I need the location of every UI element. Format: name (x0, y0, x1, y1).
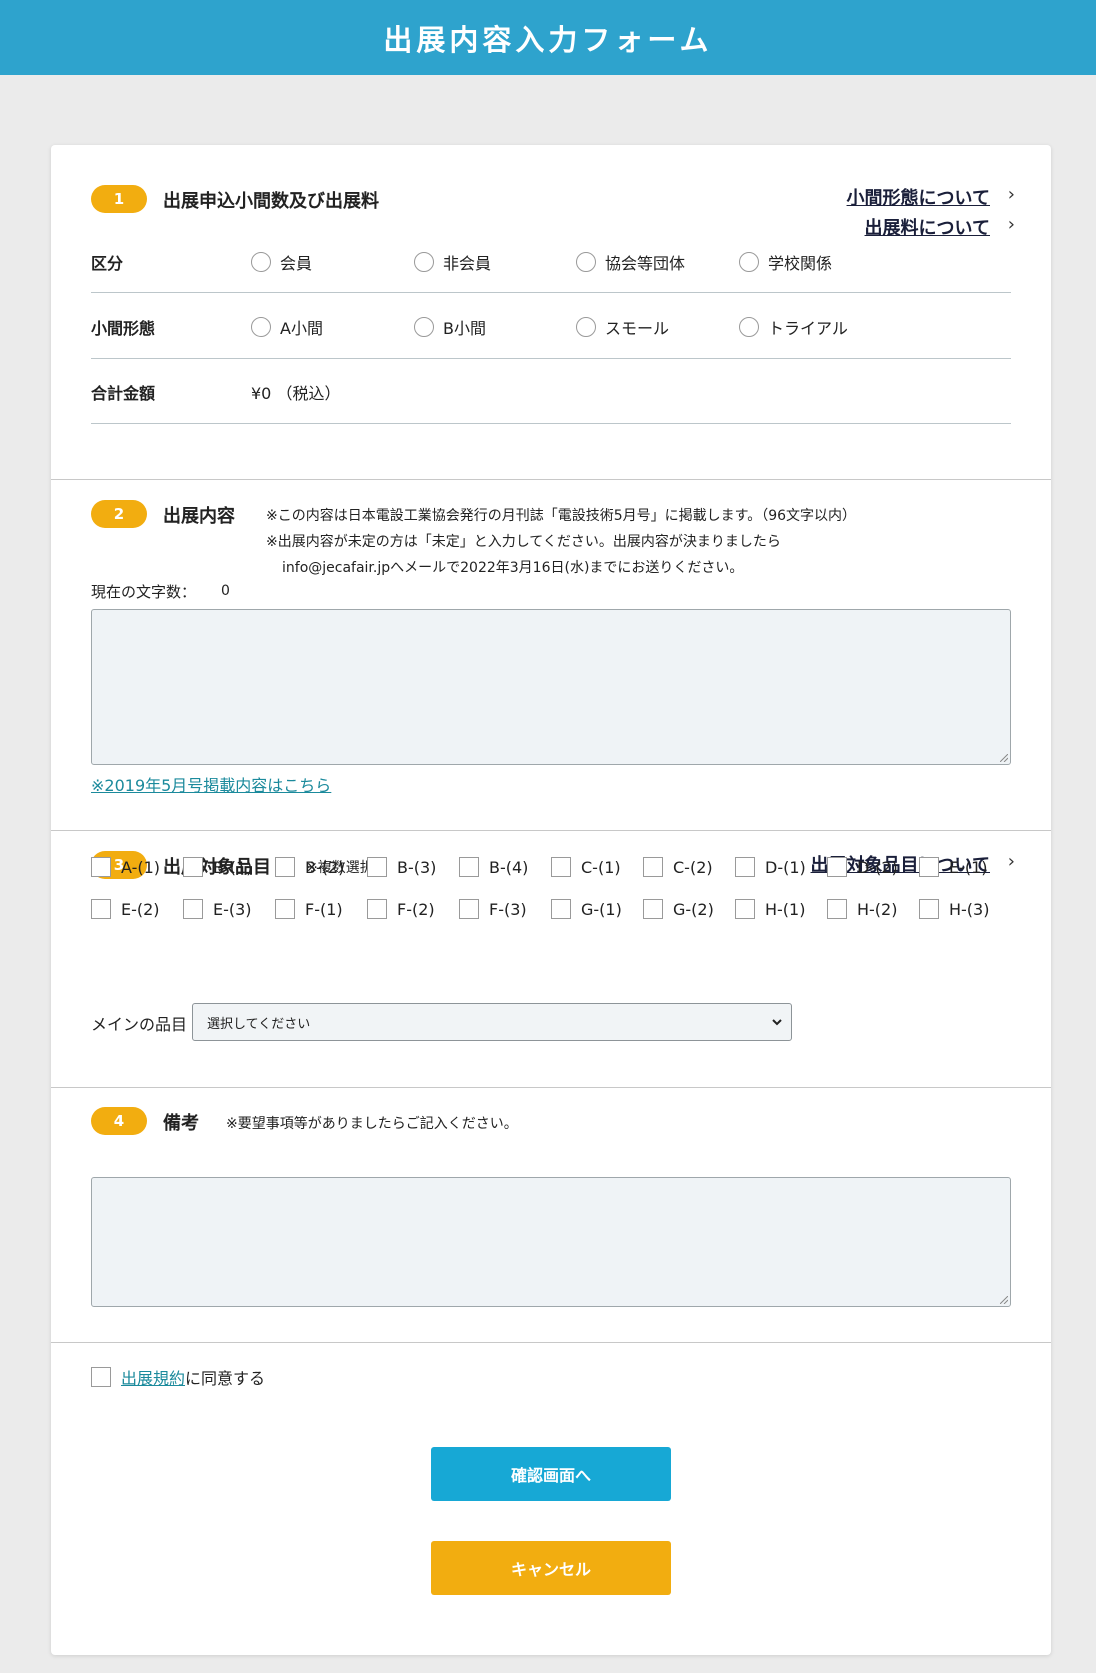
target-item-label: B-(3) (397, 857, 437, 877)
target-item-checkbox[interactable]: E-(1) (919, 857, 988, 877)
chevron-right-icon: › (1007, 851, 1015, 872)
page-title: 出展内容入力フォーム (383, 22, 713, 57)
target-item-checkbox[interactable]: B-(2) (275, 857, 344, 877)
char-count: 0 (221, 583, 230, 599)
content-note-1: ※この内容は日本電設工業協会発行の月刊誌「電設技術5月号」に掲載します。（96文… (266, 508, 857, 524)
resize-grip-icon (1000, 1296, 1008, 1304)
target-item-checkbox[interactable]: A-(1) (91, 857, 160, 877)
target-item-label: C-(1) (581, 857, 621, 877)
target-item-checkbox[interactable]: B-(1) (183, 857, 252, 877)
section-separator (51, 1087, 1051, 1088)
section-2-badge: 2 (91, 500, 147, 528)
divider (91, 423, 1011, 424)
target-item-checkbox[interactable]: C-(1) (551, 857, 621, 877)
target-item-label: E-(3) (213, 899, 252, 919)
target-item-label: F-(3) (489, 899, 527, 919)
target-item-checkbox[interactable]: D-(2) (827, 857, 898, 877)
category-radio-association[interactable]: 協会等団体 (576, 250, 685, 274)
target-item-checkbox[interactable]: C-(2) (643, 857, 713, 877)
target-item-label: B-(4) (489, 857, 529, 877)
content-note-2: ※出展内容が未定の方は「未定」と入力してください。出展内容が決まりましたら (266, 534, 781, 550)
target-item-label: E-(2) (121, 899, 160, 919)
booth-radio-b[interactable]: B小間 (414, 315, 486, 339)
booth-radio-a[interactable]: A小間 (251, 315, 323, 339)
chevron-right-icon: › (1007, 184, 1015, 205)
cancel-button[interactable]: キャンセル (431, 1541, 671, 1595)
target-item-label: C-(2) (673, 857, 713, 877)
chevron-down-icon (772, 1019, 782, 1026)
content-note-3: info@jecafair.jpへメールで2022年3月16日(水)までにお送り… (282, 560, 744, 576)
confirm-button[interactable]: 確認画面へ (431, 1447, 671, 1501)
target-item-checkbox[interactable]: F-(1) (275, 899, 343, 919)
target-item-label: F-(2) (397, 899, 435, 919)
target-item-checkbox[interactable]: H-(1) (735, 899, 805, 919)
agree-checkbox[interactable]: 出展規約 に同意する (91, 1365, 265, 1389)
chevron-right-icon: › (1007, 214, 1015, 235)
content-textarea[interactable] (91, 609, 1011, 765)
target-item-checkbox[interactable]: H-(3) (919, 899, 989, 919)
target-item-label: A-(1) (121, 857, 161, 877)
category-label: 区分 (91, 254, 124, 273)
fee-link[interactable]: 出展料について (865, 214, 990, 240)
remarks-note: ※要望事項等がありましたらご記入ください。 (226, 1116, 518, 1132)
past-content-link[interactable]: ※2019年5月号掲載内容はこちら (91, 772, 331, 796)
section-separator (51, 1342, 1051, 1343)
section-4-title: 備考 (163, 1113, 199, 1134)
target-item-checkbox[interactable]: B-(3) (367, 857, 436, 877)
target-item-label: H-(1) (765, 899, 806, 919)
terms-link[interactable]: 出展規約 (121, 1365, 185, 1389)
target-item-checkbox[interactable]: E-(3) (183, 899, 252, 919)
target-item-label: D-(1) (765, 857, 806, 877)
total-value: ¥0 （税込） (251, 384, 341, 403)
booth-type-link[interactable]: 小間形態について (847, 184, 990, 210)
char-count-label: 現在の文字数： (91, 583, 197, 601)
section-4-badge: 4 (91, 1107, 147, 1135)
target-item-checkbox[interactable]: H-(2) (827, 899, 897, 919)
target-item-label: F-(1) (305, 899, 343, 919)
target-item-label: D-(2) (857, 857, 898, 877)
target-item-checkbox[interactable]: G-(2) (643, 899, 714, 919)
booth-radio-small[interactable]: スモール (576, 315, 669, 339)
target-item-label: B-(2) (305, 857, 345, 877)
section-1-badge: 1 (91, 185, 147, 213)
target-item-label: G-(1) (581, 899, 622, 919)
remarks-textarea[interactable] (91, 1177, 1011, 1307)
agree-text: に同意する (185, 1369, 266, 1388)
section-separator (51, 479, 1051, 480)
divider (91, 358, 1011, 359)
target-item-label: H-(3) (949, 899, 990, 919)
target-item-checkbox[interactable]: F-(2) (367, 899, 435, 919)
section-1-title: 出展申込小間数及び出展料 (163, 191, 379, 212)
main-item-select[interactable]: 選択してください (192, 1003, 792, 1041)
category-radio-school[interactable]: 学校関係 (739, 250, 832, 274)
page-header: 出展内容入力フォーム (0, 0, 1096, 75)
target-item-checkbox[interactable]: B-(4) (459, 857, 528, 877)
booth-radio-trial[interactable]: トライアル (739, 315, 848, 339)
total-label: 合計金額 (91, 384, 156, 403)
section-separator (51, 830, 1051, 831)
target-item-checkbox[interactable]: F-(3) (459, 899, 527, 919)
form-card: 1 出展申込小間数及び出展料 小間形態について › 出展料について › 区分 会… (51, 145, 1051, 1655)
target-item-checkbox[interactable]: E-(2) (91, 899, 160, 919)
main-item-label: メインの品目 (91, 1015, 188, 1034)
section-2-title: 出展内容 (163, 506, 235, 527)
target-item-checkbox[interactable]: G-(1) (551, 899, 622, 919)
divider (91, 292, 1011, 293)
target-item-checkbox[interactable]: D-(1) (735, 857, 806, 877)
category-radio-member[interactable]: 会員 (251, 250, 312, 274)
target-item-label: H-(2) (857, 899, 898, 919)
booth-label: 小間形態 (91, 319, 156, 338)
target-item-label: G-(2) (673, 899, 714, 919)
resize-grip-icon (1000, 754, 1008, 762)
target-item-label: E-(1) (949, 857, 988, 877)
category-radio-nonmember[interactable]: 非会員 (414, 250, 491, 274)
target-item-label: B-(1) (213, 857, 253, 877)
